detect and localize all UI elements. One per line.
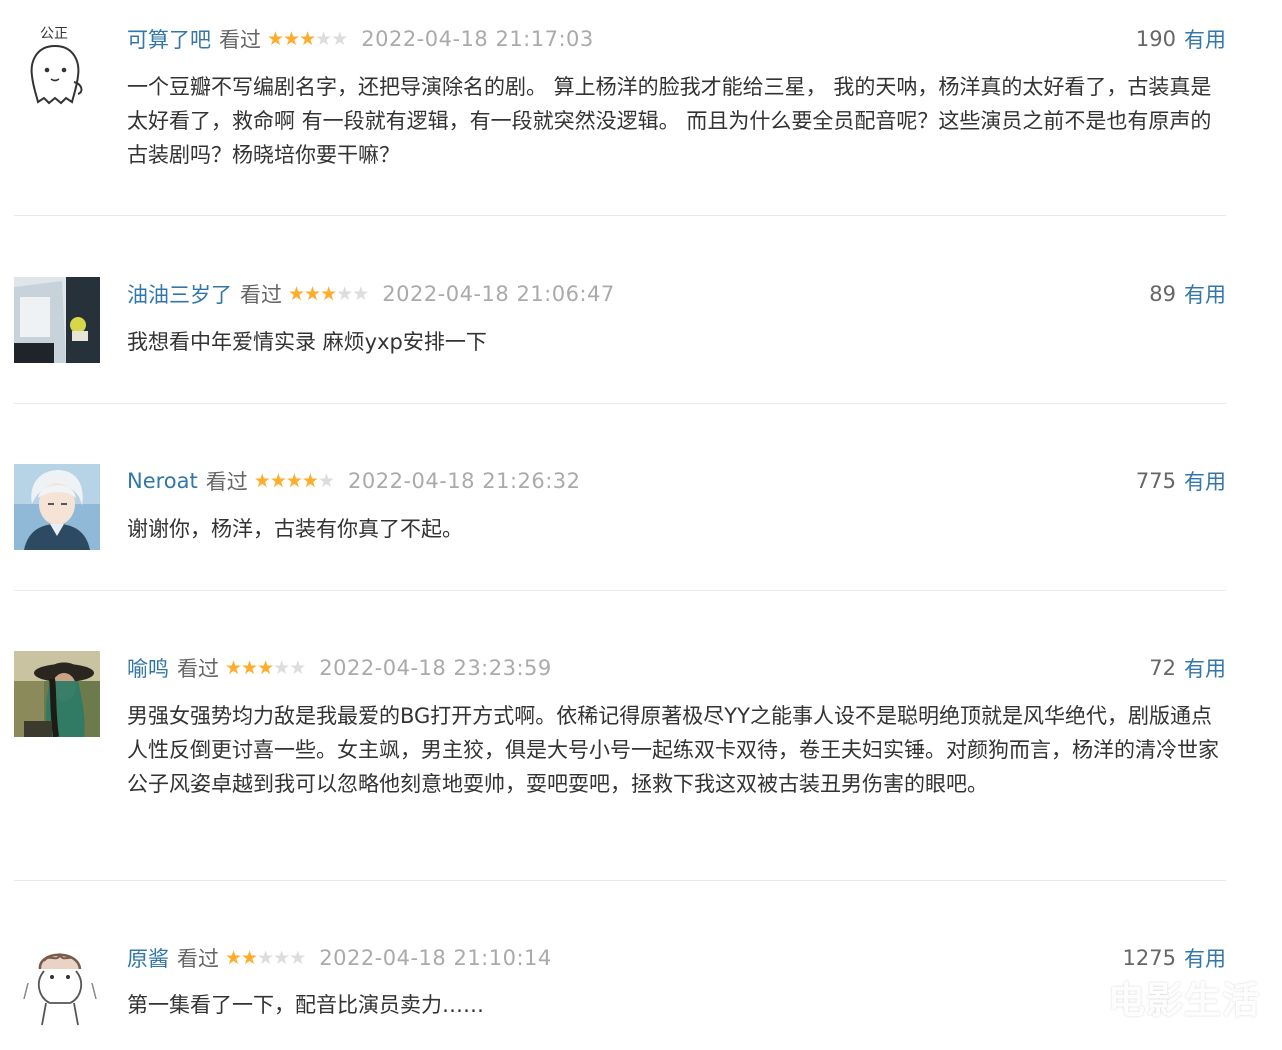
avatar[interactable] xyxy=(20,943,100,1027)
vote-count: 1275 xyxy=(1122,946,1176,970)
comment-content: 第一集看了一下，配音比演员卖力…… xyxy=(127,993,484,1017)
comment-content: 谢谢你，杨洋，古装有你真了不起。 xyxy=(127,517,463,541)
username-link[interactable]: 可算了吧 xyxy=(127,24,211,54)
star-rating: ★ ★ ★ ★ ★ xyxy=(253,469,335,492)
comment-content: 一个豆瓣不写编剧名字，还把导演除名的剧。 算上杨洋的脸我才能给三星， 我的天呐，… xyxy=(127,75,1212,167)
star-empty-icon: ★ xyxy=(336,282,354,305)
divider xyxy=(14,590,1226,591)
username-link[interactable]: Neroat xyxy=(127,469,198,493)
cartoon-ghost-icon: 公正 xyxy=(30,26,83,105)
sketch-character-icon xyxy=(20,943,100,1027)
username-link[interactable]: 原酱 xyxy=(127,943,169,973)
comment-time: 2022-04-18 23:23:59 xyxy=(319,656,552,680)
star-empty-icon: ★ xyxy=(289,656,307,679)
star-filled-icon: ★ xyxy=(225,656,243,679)
star-filled-icon: ★ xyxy=(269,469,287,492)
star-rating: ★ ★ ★ ★ ★ xyxy=(225,656,307,679)
avatar[interactable] xyxy=(14,464,100,550)
star-empty-icon: ★ xyxy=(352,282,370,305)
watch-status: 看过 xyxy=(177,657,219,681)
star-empty-icon: ★ xyxy=(331,27,349,50)
comment-content: 我想看中年爱情实录 麻烦yxp安排一下 xyxy=(127,330,487,354)
photo-avatar-icon xyxy=(14,277,100,363)
vote-area: 775 有用 xyxy=(1136,466,1226,496)
comment-header: Neroat 看过 ★ ★ ★ ★ ★ 2022-04-18 21:26:32 775 … xyxy=(127,466,1226,496)
avatar[interactable] xyxy=(14,651,100,737)
star-empty-icon: ★ xyxy=(257,946,275,969)
comment-header: 油油三岁了 看过 ★ ★ ★ ★ ★ 2022-04-18 21:06:47 89 有用 xyxy=(127,279,1226,309)
star-filled-icon: ★ xyxy=(283,27,301,50)
star-filled-icon: ★ xyxy=(267,27,285,50)
vote-area: 89 有用 xyxy=(1149,279,1226,309)
watch-status: 看过 xyxy=(177,947,219,971)
vote-count: 72 xyxy=(1149,656,1176,680)
avatar[interactable] xyxy=(14,277,100,363)
vote-area: 72 有用 xyxy=(1149,653,1226,683)
vote-area: 190 有用 xyxy=(1136,24,1226,54)
comment-time: 2022-04-18 21:06:47 xyxy=(382,282,615,306)
comment-list: 公正 可算了吧 看过 ★ ★ ★ ★ ★ 2022-04-18 21:17:03 190… xyxy=(0,0,1282,1050)
username-link[interactable]: 喻鸣 xyxy=(127,653,169,683)
star-filled-icon: ★ xyxy=(257,656,275,679)
star-rating: ★ ★ ★ ★ ★ xyxy=(288,282,370,305)
useful-button[interactable]: 有用 xyxy=(1184,279,1226,309)
username-link[interactable]: 油油三岁了 xyxy=(127,279,232,309)
avatar[interactable]: 公正 xyxy=(22,22,88,108)
star-empty-icon: ★ xyxy=(317,469,335,492)
vote-count: 775 xyxy=(1135,469,1176,493)
comment-time: 2022-04-18 21:17:03 xyxy=(361,27,594,51)
comment-content: 男强女强势均力敌是我最爱的BG打开方式啊。依稀记得原著极尽YY之能事人设不是聪明… xyxy=(127,704,1219,796)
vote-area: 1275 有用 xyxy=(1123,943,1226,973)
star-empty-icon: ★ xyxy=(289,946,307,969)
star-empty-icon: ★ xyxy=(273,946,291,969)
star-filled-icon: ★ xyxy=(241,946,259,969)
watch-status: 看过 xyxy=(205,470,248,494)
star-empty-icon: ★ xyxy=(273,656,291,679)
watch-status: 看过 xyxy=(219,28,261,52)
star-filled-icon: ★ xyxy=(285,469,303,492)
comment-header: 原酱 看过 ★ ★ ★ ★ ★ 2022-04-18 21:10:14 1275 有用 xyxy=(127,943,1226,973)
avatar-text: 公正 xyxy=(40,26,68,42)
star-filled-icon: ★ xyxy=(253,469,271,492)
comment-header: 喻鸣 看过 ★ ★ ★ ★ ★ 2022-04-18 23:23:59 72 有用 xyxy=(127,653,1226,683)
star-empty-icon: ★ xyxy=(315,27,333,50)
divider xyxy=(14,215,1226,216)
vote-count: 89 xyxy=(1149,282,1176,306)
useful-button[interactable]: 有用 xyxy=(1184,466,1226,496)
useful-button[interactable]: 有用 xyxy=(1184,653,1226,683)
vote-count: 190 xyxy=(1135,27,1176,51)
star-rating: ★ ★ ★ ★ ★ xyxy=(267,27,349,50)
star-filled-icon: ★ xyxy=(301,469,319,492)
woman-hat-photo-icon xyxy=(14,651,100,737)
anime-character-icon xyxy=(14,464,100,550)
comment-header: 可算了吧 看过 ★ ★ ★ ★ ★ 2022-04-18 21:17:03 190 有用 xyxy=(127,24,1226,54)
star-filled-icon: ★ xyxy=(241,656,259,679)
comment-time: 2022-04-18 21:26:32 xyxy=(348,469,581,493)
divider xyxy=(14,880,1226,881)
useful-button[interactable]: 有用 xyxy=(1184,943,1226,973)
star-rating: ★ ★ ★ ★ ★ xyxy=(225,946,307,969)
useful-button[interactable]: 有用 xyxy=(1184,24,1226,54)
watermark: 电影生活 xyxy=(1108,979,1260,1022)
star-filled-icon: ★ xyxy=(225,946,243,969)
comment-time: 2022-04-18 21:10:14 xyxy=(319,946,552,970)
star-filled-icon: ★ xyxy=(320,282,338,305)
watch-status: 看过 xyxy=(240,283,282,307)
star-filled-icon: ★ xyxy=(304,282,322,305)
star-filled-icon: ★ xyxy=(299,27,317,50)
divider xyxy=(14,403,1226,404)
star-filled-icon: ★ xyxy=(288,282,306,305)
